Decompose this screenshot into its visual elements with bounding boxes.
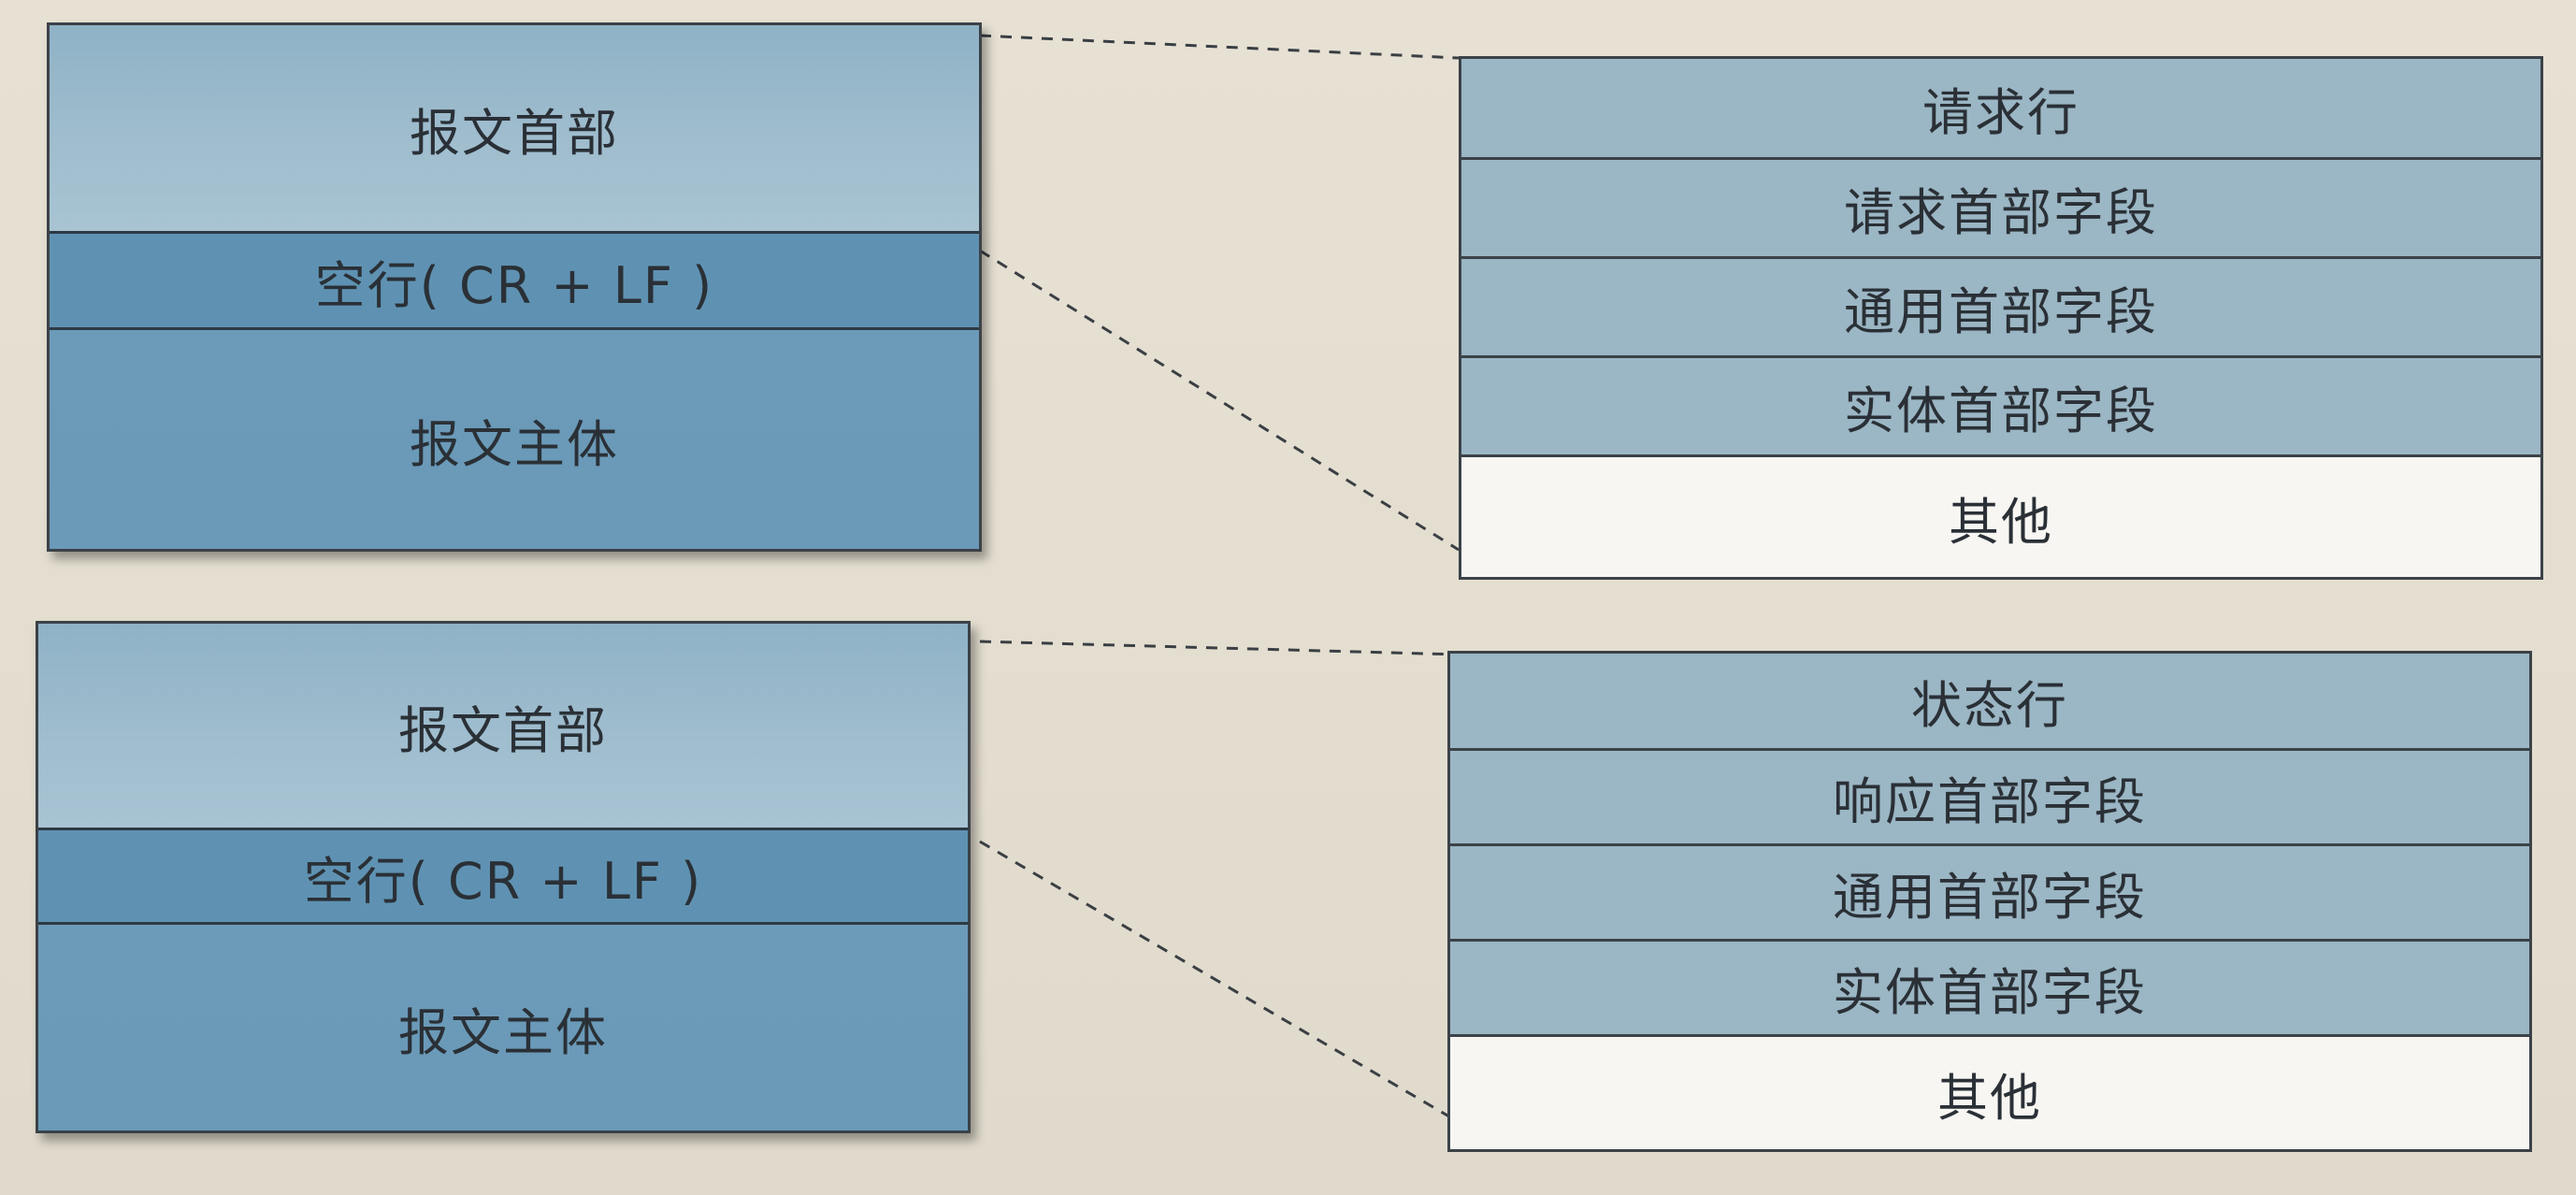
request-line-row: 请求行 [1461, 59, 2540, 160]
request-bottom-connector [979, 249, 1460, 552]
response-other-label: 其他 [1937, 1068, 2042, 1128]
request-other-label: 其他 [1949, 492, 2053, 552]
response-blank-line-band: 空行( CR + LF ) [38, 828, 968, 925]
request-header-fields-row: 请求首部字段 [1461, 160, 2540, 259]
request-general-header-fields-row: 通用首部字段 [1461, 259, 2540, 358]
response-message-box: 报文首部 空行( CR + LF ) 报文主体 [36, 621, 971, 1133]
response-general-header-fields-row: 通用首部字段 [1450, 846, 2529, 942]
request-entity-header-fields-label: 实体首部字段 [1844, 382, 2158, 440]
request-message-body-label: 报文主体 [410, 414, 619, 474]
request-message-body-band: 报文主体 [50, 330, 979, 549]
response-header-detail-box: 状态行 响应首部字段 通用首部字段 实体首部字段 其他 [1447, 651, 2532, 1152]
response-message-body-label: 报文主体 [398, 1002, 608, 1062]
response-other-row: 其他 [1450, 1037, 2529, 1149]
response-message-header-band: 报文首部 [38, 624, 968, 828]
request-general-header-fields-label: 通用首部字段 [1844, 282, 2158, 341]
response-general-header-fields-label: 通用首部字段 [1833, 868, 2147, 927]
status-line-row: 状态行 [1450, 654, 2529, 751]
request-line-label: 请求行 [1922, 83, 2080, 142]
response-entity-header-fields-label: 实体首部字段 [1833, 963, 2147, 1022]
response-header-fields-label: 响应首部字段 [1833, 772, 2147, 831]
http-message-structure-diagram: 报文首部 空行( CR + LF ) 报文主体 请求行 请求首部字段 通用首部字… [0, 0, 2576, 1195]
response-bottom-connector [979, 840, 1460, 1124]
request-entity-header-fields-row: 实体首部字段 [1461, 358, 2540, 457]
request-top-connector [979, 34, 1460, 60]
response-message-body-band: 报文主体 [38, 925, 968, 1130]
request-blank-line-label: 空行( CR + LF ) [314, 255, 714, 315]
request-header-detail-box: 请求行 请求首部字段 通用首部字段 实体首部字段 其他 [1459, 56, 2543, 580]
request-message-box: 报文首部 空行( CR + LF ) 报文主体 [47, 22, 982, 552]
request-header-fields-label: 请求首部字段 [1844, 183, 2158, 242]
response-entity-header-fields-row: 实体首部字段 [1450, 942, 2529, 1037]
request-blank-line-band: 空行( CR + LF ) [50, 231, 979, 330]
response-message-header-label: 报文首部 [398, 700, 608, 760]
status-line-label: 状态行 [1911, 676, 2068, 735]
request-message-header-band: 报文首部 [50, 25, 979, 231]
response-blank-line-label: 空行( CR + LF ) [303, 851, 703, 911]
response-top-connector [979, 640, 1460, 656]
request-message-header-label: 报文首部 [410, 103, 619, 163]
request-other-row: 其他 [1461, 457, 2540, 577]
response-header-fields-row: 响应首部字段 [1450, 751, 2529, 846]
